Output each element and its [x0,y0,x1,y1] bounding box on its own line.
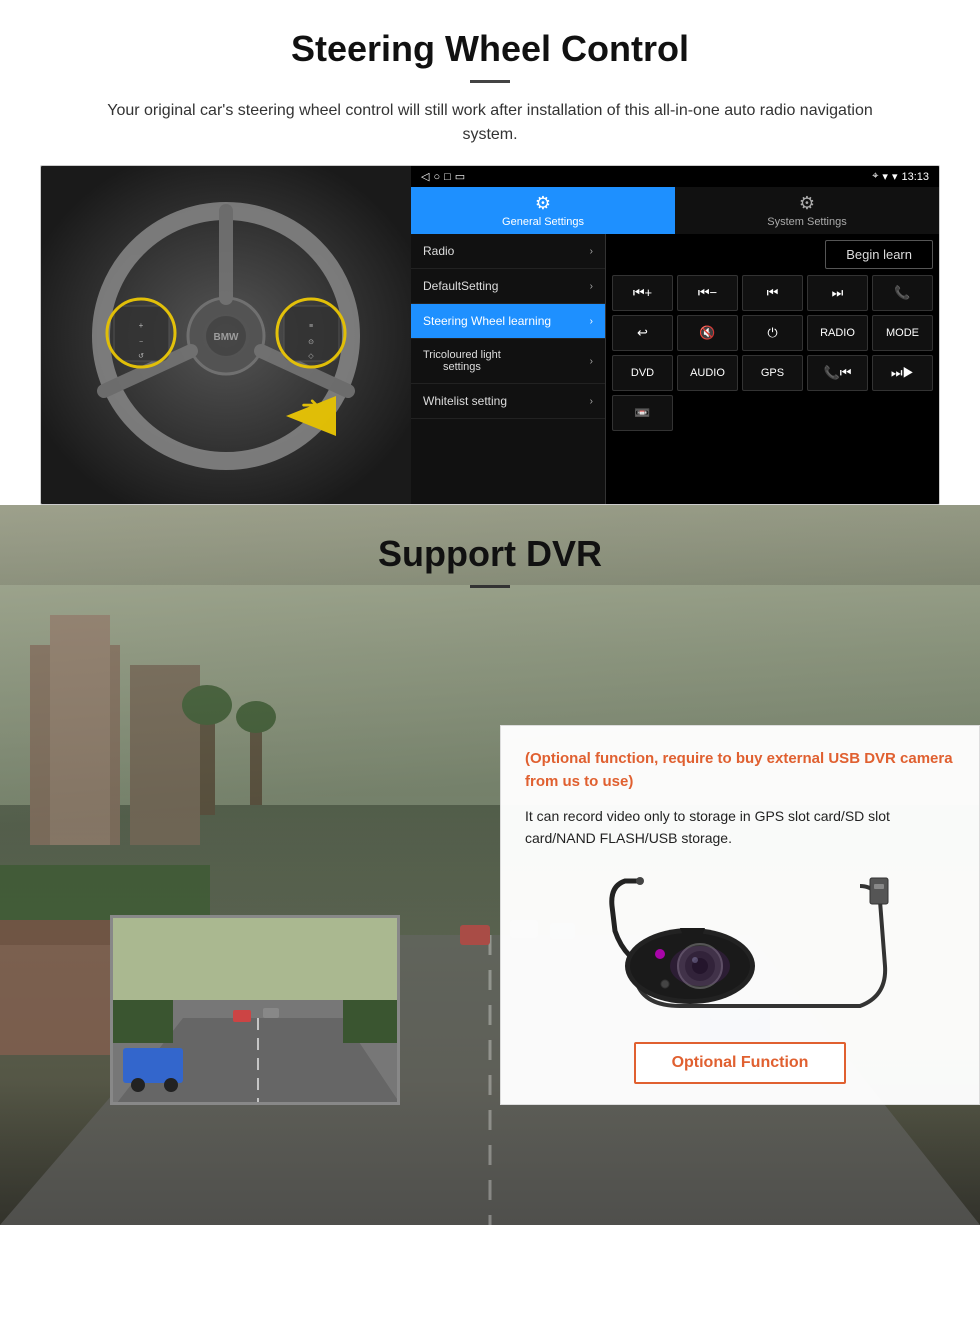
ctrl-mode[interactable]: MODE [872,315,933,351]
dvr-section: Support DVR [0,505,980,1225]
dvr-small-screen [110,915,400,1105]
svg-text:➜: ➜ [301,392,319,417]
dvr-camera-image [525,866,955,1026]
steering-title: Steering Wheel Control [40,28,940,70]
ctrl-prev[interactable]: ⏮ [742,275,803,311]
svg-text:◇: ◇ [308,353,314,360]
control-grid: ⏮+ ⏮− ⏮ ⏭ 📞 ↩ 🔇 ⏻ RADIO MODE DVD AUDIO [612,275,933,431]
title-divider-dvr [470,585,510,588]
control-panel: Begin learn ⏮+ ⏮− ⏮ ⏭ 📞 ↩ 🔇 ⏻ RADIO [606,234,939,504]
android-statusbar: ◁ ○ □ ▭ ⌖ ▾ ▾ 13:13 [411,166,939,187]
ctrl-mute[interactable]: 🔇 [677,315,738,351]
ctrl-hangup[interactable]: ↩ [612,315,673,351]
ctrl-phone-prev[interactable]: 📞⏮ [807,355,868,391]
dvr-title: Support DVR [0,533,980,575]
svg-text:≡: ≡ [309,323,313,330]
begin-learn-button[interactable]: Begin learn [825,240,933,269]
begin-learn-row: Begin learn [612,240,933,269]
menu-tricoloured-arrow: › [590,356,593,367]
menu-whitelist-label: Whitelist setting [423,394,507,408]
ctrl-radio[interactable]: RADIO [807,315,868,351]
steering-wheel-svg: + − ↺ ≡ ⊙ ◇ BMW ➜ [86,196,366,476]
dvr-mini-scene [113,918,400,1105]
dvr-screen-inner [113,918,397,1102]
android-tabs: ⚙ General Settings ⚙ System Settings [411,187,939,234]
steering-photo: + − ↺ ≡ ⊙ ◇ BMW ➜ [41,166,411,505]
menu-item-defaultsetting[interactable]: DefaultSetting › [411,269,605,304]
menu-default-label: DefaultSetting [423,279,498,293]
statusbar-time: 13:13 [901,171,929,183]
menu-steering-label: Steering Wheel learning [423,314,551,328]
menu-item-whitelist[interactable]: Whitelist setting › [411,384,605,419]
ctrl-phone[interactable]: 📞 [872,275,933,311]
menu-radio-label: Radio [423,244,454,258]
menu-whitelist-arrow: › [590,396,593,407]
gear-icon-system: ⚙ [799,193,815,214]
menu-default-arrow: › [590,281,593,292]
statusbar-wifi: ▾ [892,170,898,183]
ctrl-vol-down[interactable]: ⏮− [677,275,738,311]
ctrl-dvr-icon[interactable]: 📼 [612,395,673,431]
tab-system-label: System Settings [767,216,846,228]
menu-tricoloured-label: Tricoloured lightsettings [423,349,501,373]
menu-item-tricoloured[interactable]: Tricoloured lightsettings › [411,339,605,384]
statusbar-location: ⌖ [872,170,878,183]
optional-function-button[interactable]: Optional Function [634,1042,847,1084]
ctrl-power[interactable]: ⏻ [742,315,803,351]
steering-bg: + − ↺ ≡ ⊙ ◇ BMW ➜ [41,166,411,505]
ctrl-vol-up[interactable]: ⏮+ [612,275,673,311]
title-divider-steering [470,80,510,83]
svg-text:↺: ↺ [138,353,144,360]
svg-text:⊙: ⊙ [308,339,314,346]
ctrl-audio[interactable]: AUDIO [677,355,738,391]
statusbar-menu: ▭ [455,170,465,183]
statusbar-home: ○ [433,171,440,183]
dvr-header: Support DVR [0,505,980,588]
tab-general-label: General Settings [502,216,584,228]
steering-demo-container: + − ↺ ≡ ⊙ ◇ BMW ➜ [40,165,940,505]
ctrl-gps[interactable]: GPS [742,355,803,391]
android-panel: ◁ ○ □ ▭ ⌖ ▾ ▾ 13:13 ⚙ General Settings ⚙… [411,166,939,504]
dvr-description: It can record video only to storage in G… [525,805,955,850]
menu-item-radio[interactable]: Radio › [411,234,605,269]
ctrl-phone-next[interactable]: ⏭▶ [872,355,933,391]
statusbar-back: ◁ [421,170,429,183]
dvr-info-card: (Optional function, require to buy exter… [500,725,980,1105]
statusbar-signal: ▾ [882,170,888,183]
ctrl-next[interactable]: ⏭ [807,275,868,311]
steering-section: Steering Wheel Control Your original car… [0,0,980,505]
android-body: Radio › DefaultSetting › Steering Wheel … [411,234,939,504]
tab-system[interactable]: ⚙ System Settings [675,187,939,234]
menu-item-steering-learning[interactable]: Steering Wheel learning › [411,304,605,339]
menu-radio-arrow: › [590,246,593,257]
menu-steering-arrow: › [590,316,593,327]
dvr-optional-text: (Optional function, require to buy exter… [525,748,955,793]
gear-icon-general: ⚙ [535,193,551,214]
statusbar-recent: □ [444,171,451,183]
android-menu-list: Radio › DefaultSetting › Steering Wheel … [411,234,606,504]
svg-text:BMW: BMW [214,332,240,343]
dvr-camera-svg [580,876,900,1016]
ctrl-dvd[interactable]: DVD [612,355,673,391]
svg-text:+: + [139,321,144,330]
tab-general[interactable]: ⚙ General Settings [411,187,675,234]
steering-subtitle: Your original car's steering wheel contr… [80,99,900,147]
svg-text:−: − [139,339,143,346]
